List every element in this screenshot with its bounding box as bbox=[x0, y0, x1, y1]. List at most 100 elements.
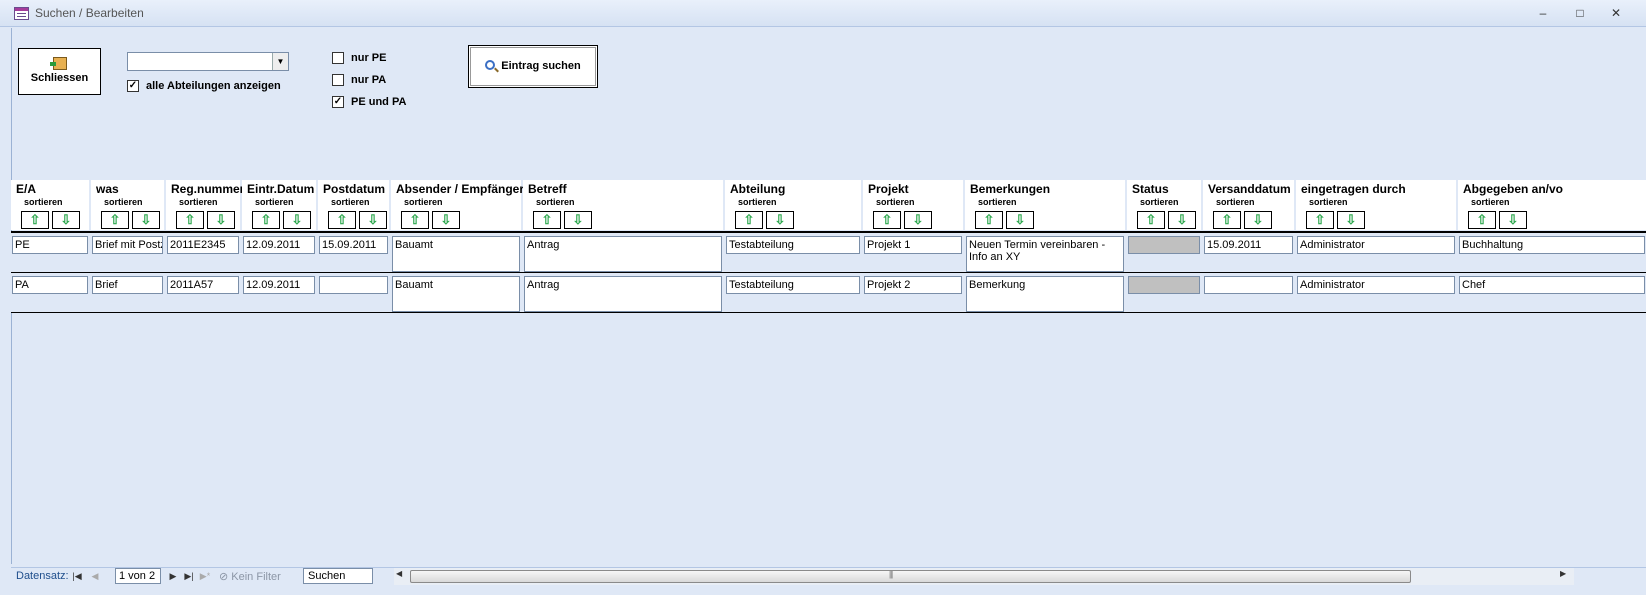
sort-descending-button[interactable]: ⇩ bbox=[1337, 211, 1365, 229]
column-header-betreff: Betreff sortieren ⇧ ⇩ bbox=[523, 180, 723, 230]
checkbox-box[interactable]: ✓ bbox=[127, 80, 139, 92]
column-title: Reg.nummer bbox=[171, 182, 245, 196]
close-window-button[interactable]: ✕ bbox=[1604, 4, 1628, 22]
minimize-button[interactable]: – bbox=[1531, 4, 1555, 22]
cell-status[interactable] bbox=[1128, 276, 1200, 294]
department-combo[interactable]: ▼ bbox=[127, 52, 289, 71]
cell-abgegeben-an-vo[interactable]: Buchhaltung bbox=[1459, 236, 1645, 254]
sort-ascending-button[interactable]: ⇧ bbox=[176, 211, 204, 229]
horizontal-scrollbar[interactable]: ◀ ||| ▶ bbox=[394, 568, 1574, 585]
cell-status[interactable] bbox=[1128, 236, 1200, 254]
cell-versanddatum[interactable] bbox=[1204, 276, 1293, 294]
nur-pe-label: nur PE bbox=[351, 52, 387, 64]
cell-absender-empfänger[interactable]: Bauamt bbox=[392, 236, 520, 272]
sort-ascending-button[interactable]: ⇧ bbox=[1306, 211, 1334, 229]
next-record-icon[interactable]: ▶ bbox=[167, 569, 179, 583]
column-header-absender-empfänger: Absender / Empfänger sortieren ⇧ ⇩ bbox=[391, 180, 524, 230]
sort-ascending-button[interactable]: ⇧ bbox=[735, 211, 763, 229]
filter-toggle-button[interactable]: ⊘ Kein Filter bbox=[219, 570, 281, 583]
sort-descending-button[interactable]: ⇩ bbox=[766, 211, 794, 229]
sort-ascending-button[interactable]: ⇧ bbox=[401, 211, 429, 229]
cell-bemerkungen[interactable]: Bemerkung bbox=[966, 276, 1124, 312]
sort-ascending-button[interactable]: ⇧ bbox=[1468, 211, 1496, 229]
last-record-icon[interactable]: ▶| bbox=[183, 569, 195, 583]
sort-ascending-button[interactable]: ⇧ bbox=[101, 211, 129, 229]
show-all-departments-checkbox[interactable]: ✓ alle Abteilungen anzeigen bbox=[127, 80, 281, 92]
nur-pe-checkbox[interactable]: nur PE bbox=[332, 52, 386, 64]
pe-und-pa-checkbox[interactable]: ✓ PE und PA bbox=[332, 96, 406, 108]
cell-projekt[interactable]: Projekt 2 bbox=[864, 276, 962, 294]
cell-versanddatum[interactable]: 15.09.2011 bbox=[1204, 236, 1293, 254]
previous-record-icon[interactable]: ◀ bbox=[89, 569, 101, 583]
nav-search-input[interactable]: Suchen bbox=[303, 568, 373, 584]
cell-eintr-datum[interactable]: 12.09.2011 bbox=[243, 236, 315, 254]
sort-ascending-button[interactable]: ⇧ bbox=[975, 211, 1003, 229]
record-number-input[interactable]: 1 von 2 bbox=[115, 568, 161, 584]
close-form-label: Schliessen bbox=[30, 72, 89, 84]
checkbox-box[interactable] bbox=[332, 52, 344, 64]
column-header-postdatum: Postdatum sortieren ⇧ ⇩ bbox=[318, 180, 389, 230]
cell-eingetragen-durch[interactable]: Administrator bbox=[1297, 236, 1455, 254]
sort-descending-button[interactable]: ⇩ bbox=[904, 211, 932, 229]
nur-pa-checkbox[interactable]: nur PA bbox=[332, 74, 386, 86]
column-title: Abteilung bbox=[730, 182, 786, 196]
sort-ascending-button[interactable]: ⇧ bbox=[533, 211, 561, 229]
sort-descending-button[interactable]: ⇩ bbox=[52, 211, 80, 229]
close-form-button[interactable]: Schliessen bbox=[18, 48, 101, 95]
column-header-eingetragen-durch: eingetragen durch sortieren ⇧ ⇩ bbox=[1296, 180, 1456, 230]
cell-betreff[interactable]: Antrag bbox=[524, 276, 722, 312]
column-title: eingetragen durch bbox=[1301, 182, 1406, 196]
cell-abteilung[interactable]: Testabteilung bbox=[726, 236, 860, 254]
sort-descending-button[interactable]: ⇩ bbox=[1244, 211, 1272, 229]
sort-descending-button[interactable]: ⇩ bbox=[132, 211, 160, 229]
cell-was[interactable]: Brief bbox=[92, 276, 163, 294]
column-header-abteilung: Abteilung sortieren ⇧ ⇩ bbox=[725, 180, 861, 230]
sort-descending-button[interactable]: ⇩ bbox=[1168, 211, 1196, 229]
cell-reg-nummer[interactable]: 2011A57 bbox=[167, 276, 239, 294]
cell-eintr-datum[interactable]: 12.09.2011 bbox=[243, 276, 315, 294]
cell-eingetragen-durch[interactable]: Administrator bbox=[1297, 276, 1455, 294]
search-entry-button[interactable]: Eintrag suchen bbox=[468, 45, 598, 88]
sort-descending-button[interactable]: ⇩ bbox=[207, 211, 235, 229]
sort-descending-button[interactable]: ⇩ bbox=[564, 211, 592, 229]
cell-betreff[interactable]: Antrag bbox=[524, 236, 722, 272]
sort-descending-button[interactable]: ⇩ bbox=[359, 211, 387, 229]
cell-e-a[interactable]: PA bbox=[12, 276, 88, 294]
checkbox-box[interactable]: ✓ bbox=[332, 96, 344, 108]
cell-abteilung[interactable]: Testabteilung bbox=[726, 276, 860, 294]
sort-label: sortieren bbox=[331, 197, 370, 207]
cell-postdatum[interactable] bbox=[319, 276, 388, 294]
record-label: Datensatz: bbox=[16, 570, 69, 582]
cell-postdatum[interactable]: 15.09.2011 bbox=[319, 236, 388, 254]
cell-bemerkungen[interactable]: Neuen Termin vereinbaren - Info an XY bbox=[966, 236, 1124, 272]
sort-ascending-button[interactable]: ⇧ bbox=[1137, 211, 1165, 229]
first-record-icon[interactable]: |◀ bbox=[71, 569, 83, 583]
scroll-left-icon[interactable]: ◀ bbox=[396, 569, 402, 578]
sort-descending-button[interactable]: ⇩ bbox=[432, 211, 460, 229]
sort-descending-button[interactable]: ⇩ bbox=[1499, 211, 1527, 229]
cell-reg-nummer[interactable]: 2011E2345 bbox=[167, 236, 239, 254]
cell-projekt[interactable]: Projekt 1 bbox=[864, 236, 962, 254]
scrollbar-thumb[interactable] bbox=[410, 570, 1411, 583]
sort-descending-button[interactable]: ⇩ bbox=[1006, 211, 1034, 229]
column-title: was bbox=[96, 182, 119, 196]
scroll-right-icon[interactable]: ▶ bbox=[1560, 569, 1566, 578]
sort-descending-button[interactable]: ⇩ bbox=[283, 211, 311, 229]
column-header-status: Status sortieren ⇧ ⇩ bbox=[1127, 180, 1201, 230]
checkbox-box[interactable] bbox=[332, 74, 344, 86]
chevron-down-icon[interactable]: ▼ bbox=[272, 53, 288, 70]
sort-ascending-button[interactable]: ⇧ bbox=[1213, 211, 1241, 229]
cell-e-a[interactable]: PE bbox=[12, 236, 88, 254]
table-row: PA Brief 2011A57 12.09.2011 Bauamt Antrag Test… bbox=[11, 273, 1646, 313]
column-header-bemerkungen: Bemerkungen sortieren ⇧ ⇩ bbox=[965, 180, 1125, 230]
sort-ascending-button[interactable]: ⇧ bbox=[873, 211, 901, 229]
new-record-icon[interactable]: ▶* bbox=[199, 569, 211, 583]
search-icon bbox=[485, 60, 496, 70]
cell-was[interactable]: Brief mit Postzu bbox=[92, 236, 163, 254]
maximize-button[interactable]: □ bbox=[1568, 4, 1592, 22]
sort-ascending-button[interactable]: ⇧ bbox=[252, 211, 280, 229]
sort-ascending-button[interactable]: ⇧ bbox=[21, 211, 49, 229]
sort-ascending-button[interactable]: ⇧ bbox=[328, 211, 356, 229]
cell-absender-empfänger[interactable]: Bauamt bbox=[392, 276, 520, 312]
cell-abgegeben-an-vo[interactable]: Chef bbox=[1459, 276, 1645, 294]
